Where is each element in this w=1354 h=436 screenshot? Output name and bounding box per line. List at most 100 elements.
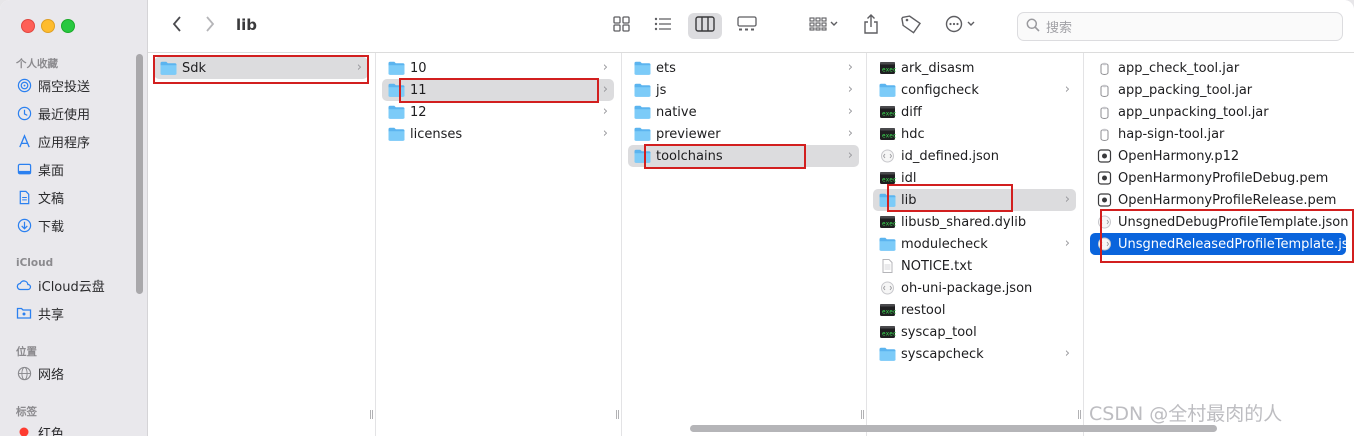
back-button[interactable] xyxy=(166,13,188,39)
column-resize-handle[interactable]: || xyxy=(369,410,374,420)
sidebar-item-recents[interactable]: 最近使用 xyxy=(16,102,90,124)
list-item[interactable]: exec diff xyxy=(873,101,1076,123)
chevron-right-icon: › xyxy=(602,60,608,75)
column-resize-handle[interactable]: || xyxy=(1077,410,1082,420)
sidebar-item-label: 最近使用 xyxy=(38,107,91,123)
share-button[interactable] xyxy=(858,13,884,39)
chevron-left-icon xyxy=(172,16,182,36)
svg-text:exec: exec xyxy=(882,177,896,184)
column-view-button[interactable] xyxy=(688,13,722,39)
list-item[interactable]: native › xyxy=(628,101,859,123)
list-item[interactable]: exec idl xyxy=(873,167,1076,189)
sidebar-item-tag-red[interactable]: 红色 xyxy=(16,421,64,436)
list-item[interactable]: app_check_tool.jar xyxy=(1090,57,1346,79)
list-item[interactable]: exec ark_disasm xyxy=(873,57,1076,79)
list-item[interactable]: ets › xyxy=(628,57,859,79)
tags-button[interactable] xyxy=(898,13,924,39)
sidebar-item-airdrop[interactable]: 隔空投送 xyxy=(16,74,90,96)
list-item[interactable]: licenses › xyxy=(382,123,614,145)
horizontal-scrollbar[interactable] xyxy=(690,425,1217,432)
certificate-icon xyxy=(1096,171,1113,185)
list-item[interactable]: Sdk › xyxy=(154,57,368,79)
column-resize-handle[interactable]: || xyxy=(860,410,865,420)
sidebar-item-icloud-drive[interactable]: iCloud云盘 xyxy=(16,274,105,296)
jar-file-icon xyxy=(1096,83,1113,97)
list-item-label: diff xyxy=(901,104,922,120)
sidebar-item-label: 共享 xyxy=(38,307,65,323)
chevron-right-icon: › xyxy=(1064,192,1070,207)
sidebar-scrollbar[interactable] xyxy=(136,54,143,294)
list-item-label: syscapcheck xyxy=(901,346,984,362)
forward-button[interactable] xyxy=(199,13,221,39)
browser-column-4[interactable]: || exec ark_disasm configcheck › exec diff exec… xyxy=(867,53,1084,436)
list-item[interactable]: OpenHarmonyProfileRelease.pem xyxy=(1090,189,1346,211)
sidebar-item-shared[interactable]: 共享 xyxy=(16,302,64,324)
close-window-button[interactable] xyxy=(21,19,35,33)
sidebar-item-label: 下载 xyxy=(38,219,65,235)
browser-column-5[interactable]: app_check_tool.jar app_packing_tool.jarap… xyxy=(1084,53,1354,436)
list-item[interactable]: js › xyxy=(628,79,859,101)
sidebar-item-documents[interactable]: 文稿 xyxy=(16,186,64,208)
list-item[interactable]: id_defined.json xyxy=(873,145,1076,167)
sidebar-item-network[interactable]: 网络 xyxy=(16,362,64,384)
svg-text:exec: exec xyxy=(882,67,896,74)
list-item[interactable]: modulecheck › xyxy=(873,233,1076,255)
list-item[interactable]: configcheck › xyxy=(873,79,1076,101)
list-item-label: lib xyxy=(901,192,917,208)
executable-icon: exec xyxy=(879,127,896,141)
list-item[interactable]: toolchains › xyxy=(628,145,859,167)
chevron-right-icon: › xyxy=(1064,236,1070,251)
watermark-text: CSDN @全村最肉的人 xyxy=(1089,403,1283,425)
list-item[interactable]: UnsgnedReleasedProfileTemplate.json xyxy=(1090,233,1354,255)
svg-text:exec: exec xyxy=(882,331,896,338)
list-item[interactable]: app_packing_tool.jar xyxy=(1090,79,1346,101)
executable-icon: exec xyxy=(879,215,896,229)
search-field[interactable]: 搜索 xyxy=(1017,12,1343,41)
list-item-label: native xyxy=(656,104,697,120)
sidebar-item-desktop[interactable]: 桌面 xyxy=(16,158,64,180)
chevron-right-icon: › xyxy=(602,104,608,119)
list-item-label: idl xyxy=(901,170,917,186)
column-resize-handle[interactable]: || xyxy=(615,410,620,420)
sidebar-item-downloads[interactable]: 下载 xyxy=(16,214,64,236)
list-item[interactable]: exec libusb_shared.dylib xyxy=(873,211,1076,233)
list-item[interactable]: OpenHarmony.p12 xyxy=(1090,145,1346,167)
list-item[interactable]: exec hdc xyxy=(873,123,1076,145)
list-item[interactable]: syscapcheck › xyxy=(873,343,1076,365)
tag-icon xyxy=(901,14,922,38)
list-item[interactable]: oh-uni-package.json xyxy=(873,277,1076,299)
list-item[interactable]: lib › xyxy=(873,189,1076,211)
minimize-window-button[interactable] xyxy=(41,19,55,33)
list-item-label: 11 xyxy=(410,82,427,98)
sidebar-section-tags: 标签 xyxy=(16,406,37,418)
browser-column-3[interactable]: || ets › js › native › previewer › toolchains › xyxy=(622,53,867,436)
list-item[interactable]: app_unpacking_tool.jar xyxy=(1090,101,1346,123)
sidebar-item-applications[interactable]: 应用程序 xyxy=(16,130,90,152)
zoom-window-button[interactable] xyxy=(61,19,75,33)
list-item[interactable]: 11 › xyxy=(382,79,614,101)
list-item[interactable]: UnsgnedDebugProfileTemplate.json xyxy=(1090,211,1348,233)
list-item[interactable]: OpenHarmonyProfileDebug.pem xyxy=(1090,167,1346,189)
group-grid-icon xyxy=(809,17,839,35)
list-item-label: hap-sign-tool.jar xyxy=(1118,126,1225,142)
list-item[interactable]: NOTICE.txt xyxy=(873,255,1076,277)
list-item[interactable]: exec restool xyxy=(873,299,1076,321)
gallery-view-button[interactable] xyxy=(732,13,762,39)
list-item[interactable]: hap-sign-tool.jar xyxy=(1090,123,1346,145)
sidebar-section-favorites: 个人收藏 xyxy=(16,58,58,70)
more-actions-button[interactable] xyxy=(942,13,982,39)
list-item-label: app_packing_tool.jar xyxy=(1118,82,1253,98)
list-item-label: js xyxy=(656,82,667,98)
sidebar-item-label: iCloud云盘 xyxy=(38,279,105,295)
browser-column-1[interactable]: || Sdk › xyxy=(148,53,376,436)
icon-view-button[interactable] xyxy=(608,13,636,39)
list-view-button[interactable] xyxy=(648,13,678,39)
list-item[interactable]: previewer › xyxy=(628,123,859,145)
list-item[interactable]: exec syscap_tool xyxy=(873,321,1076,343)
applications-icon xyxy=(16,133,32,149)
group-by-button[interactable] xyxy=(804,13,844,39)
executable-icon: exec xyxy=(879,105,896,119)
list-item[interactable]: 10 › xyxy=(382,57,614,79)
browser-column-2[interactable]: || 10 › 11 › 12 › licenses › xyxy=(376,53,622,436)
list-item[interactable]: 12 › xyxy=(382,101,614,123)
